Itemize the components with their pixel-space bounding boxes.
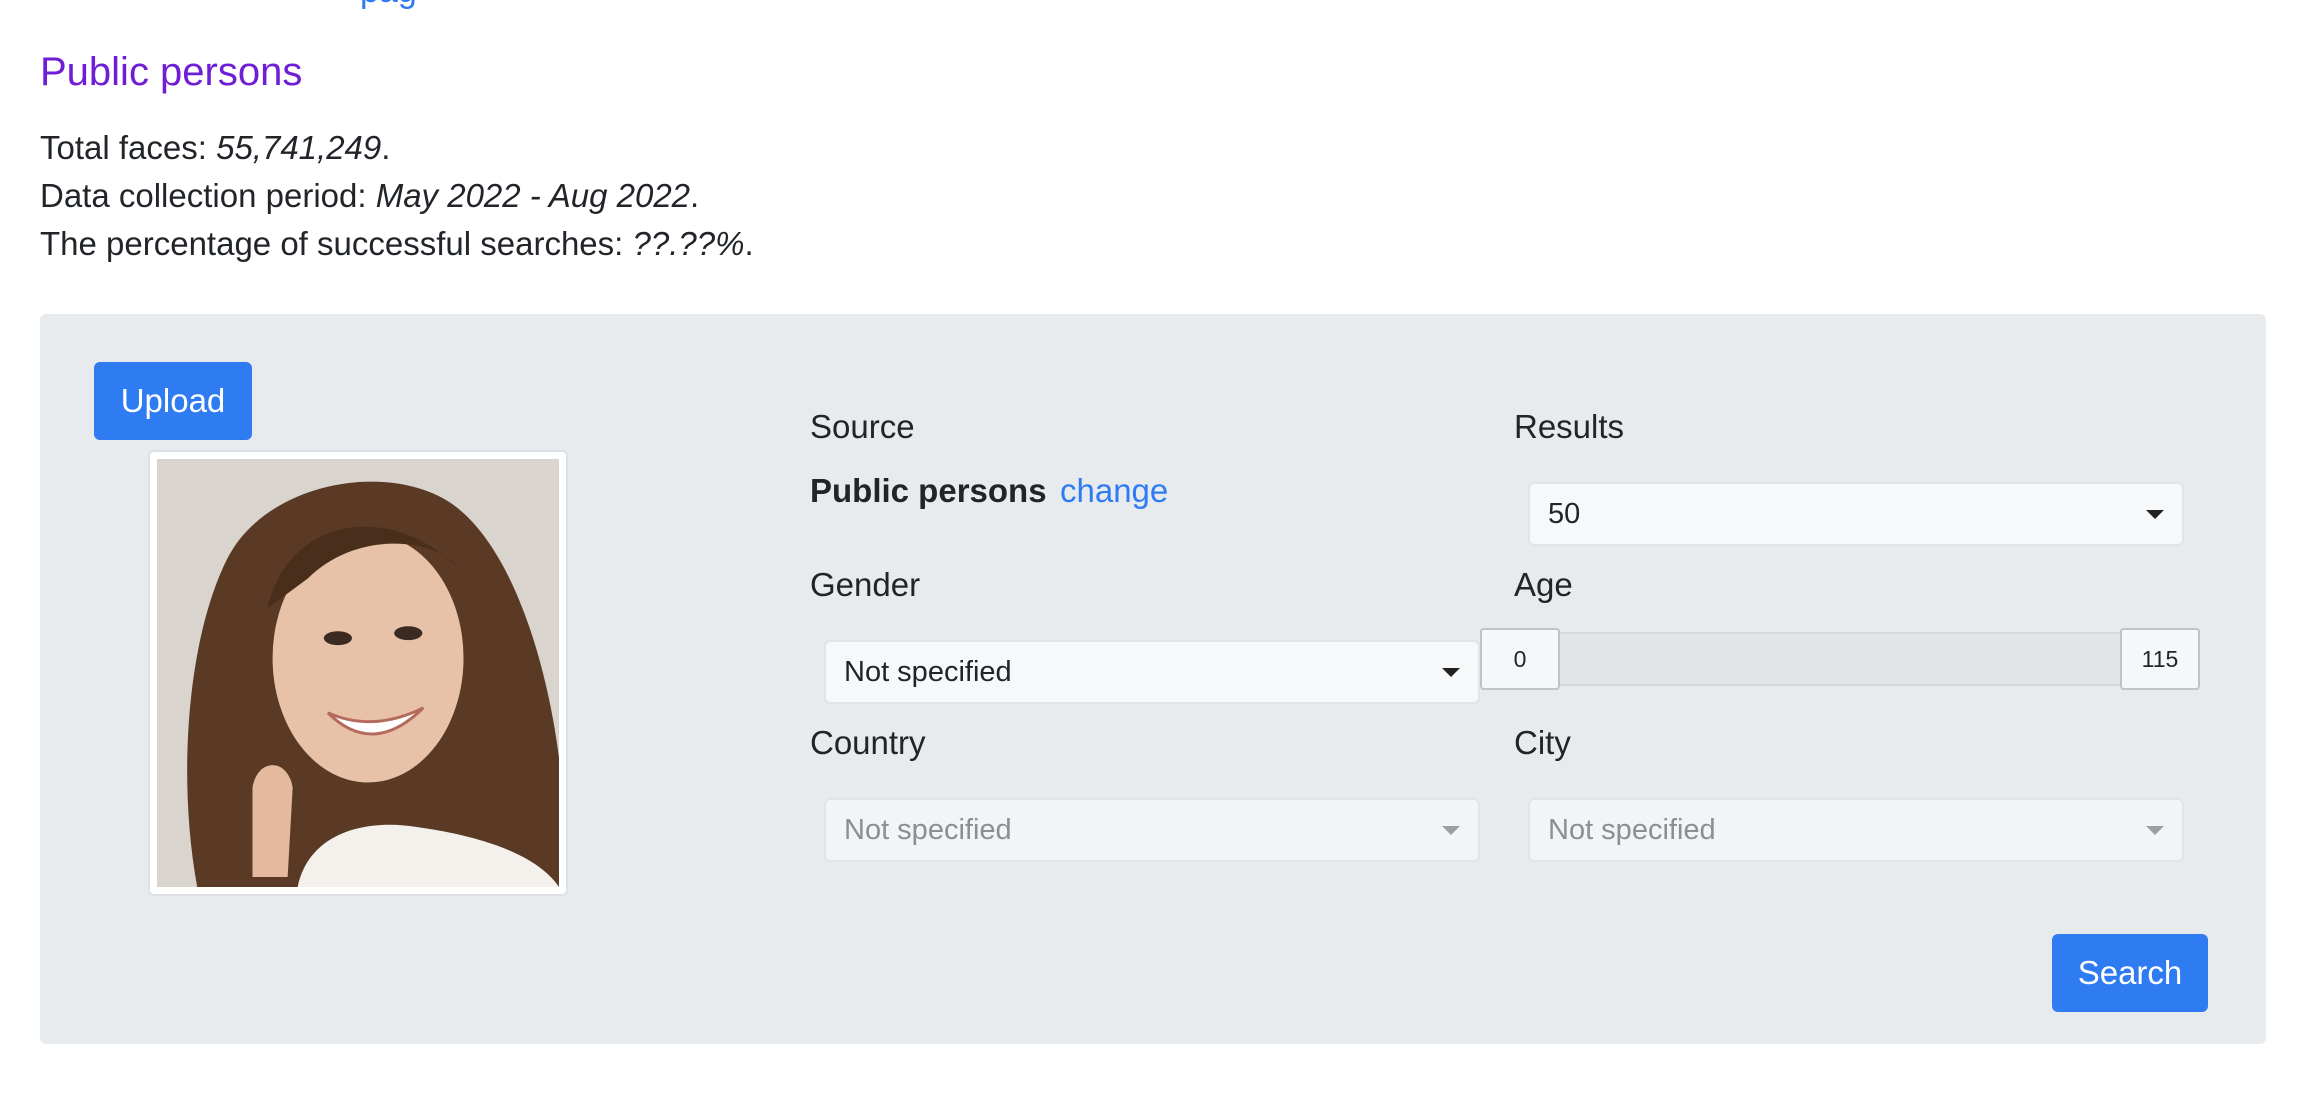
age-min-handle[interactable]: 0	[1480, 628, 1560, 690]
period-suffix: .	[690, 177, 700, 214]
total-faces-line: Total faces: 55,741,249.	[40, 124, 754, 172]
country-value: Not specified	[844, 813, 1012, 846]
uploaded-photo	[157, 459, 559, 887]
search-panel: Upload Source Public persons change Resu	[40, 314, 2266, 1044]
country-label: Country	[810, 724, 926, 761]
chevron-down-icon	[1442, 826, 1460, 835]
age-max-handle[interactable]: 115	[2120, 628, 2200, 690]
change-source-link[interactable]: change	[1060, 472, 1168, 510]
portrait-image	[157, 459, 559, 887]
chevron-down-icon	[2146, 510, 2164, 519]
stats-block: Total faces: 55,741,249. Data collection…	[40, 124, 754, 268]
uploaded-photo-frame	[148, 450, 568, 896]
results-select[interactable]: 50	[1528, 482, 2184, 546]
success-suffix: .	[744, 225, 754, 262]
city-value: Not specified	[1548, 813, 1716, 846]
page: pag Public persons Total faces: 55,741,2…	[0, 0, 2310, 1108]
age-label: Age	[1514, 566, 1573, 603]
success-label: The percentage of successful searches:	[40, 225, 633, 262]
top-link[interactable]: pag	[360, 0, 417, 11]
chevron-down-icon	[2146, 826, 2164, 835]
period-value: May 2022 - Aug 2022	[375, 177, 691, 214]
age-range-slider[interactable]	[1488, 632, 2130, 686]
results-label: Results	[1514, 408, 1625, 445]
total-faces-label: Total faces:	[40, 129, 217, 166]
period-line: Data collection period: May 2022 - Aug 2…	[40, 172, 754, 220]
gender-value: Not specified	[844, 655, 1012, 688]
period-label: Data collection period:	[40, 177, 376, 214]
success-line: The percentage of successful searches: ?…	[40, 220, 754, 268]
search-button[interactable]: Search	[2052, 934, 2208, 1012]
country-select[interactable]: Not specified	[824, 798, 1480, 862]
city-label: City	[1514, 724, 1571, 761]
page-title: Public persons	[40, 50, 303, 94]
gender-label: Gender	[810, 566, 921, 603]
success-value: ??.??%	[632, 225, 745, 262]
source-value: Public persons	[810, 472, 1047, 509]
upload-button[interactable]: Upload	[94, 362, 252, 440]
total-faces-value: 55,741,249	[216, 129, 382, 166]
city-select[interactable]: Not specified	[1528, 798, 2184, 862]
gender-select[interactable]: Not specified	[824, 640, 1480, 704]
chevron-down-icon	[1442, 668, 1460, 677]
source-label: Source	[810, 408, 915, 445]
total-faces-suffix: .	[381, 129, 391, 166]
results-value: 50	[1548, 497, 1581, 530]
